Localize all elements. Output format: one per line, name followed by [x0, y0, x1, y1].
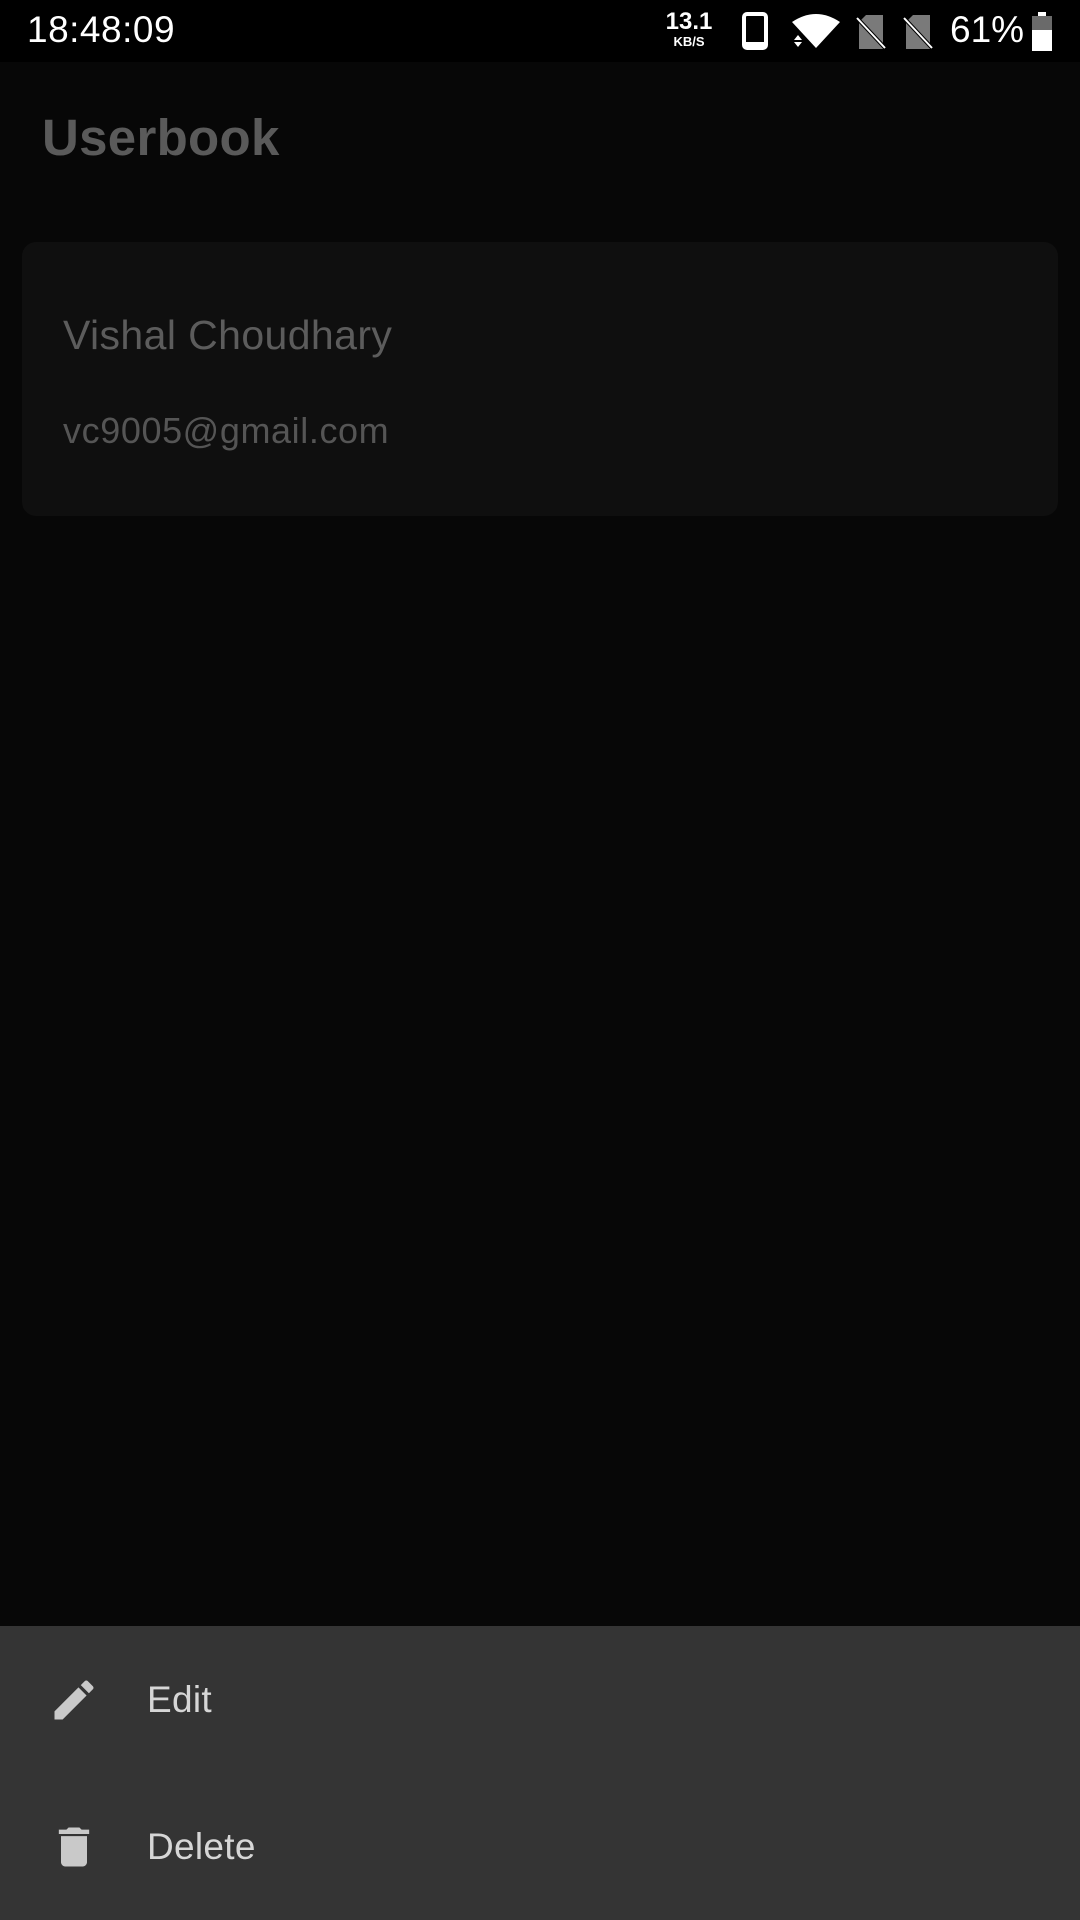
wifi-icon: [792, 14, 840, 48]
battery-icon: [1032, 12, 1052, 51]
user-email: vc9005@gmail.com: [63, 410, 390, 451]
network-speed-unit: KB/S: [673, 34, 705, 49]
battery-percent: 61%: [950, 9, 1025, 50]
pencil-icon: [54, 1679, 94, 1719]
status-time: 18:48:09: [27, 9, 176, 50]
no-sim-icon: [903, 15, 933, 50]
app-title: Userbook: [42, 109, 280, 166]
user-name: Vishal Choudhary: [63, 312, 393, 358]
status-bar: 18:48:09 13.1 KB/S 61%: [0, 0, 1080, 62]
edit-label: Edit: [147, 1678, 212, 1720]
edit-button[interactable]: Edit: [0, 1626, 1080, 1773]
delete-label: Delete: [147, 1825, 256, 1867]
network-speed: 13.1 KB/S: [664, 8, 714, 49]
phone-icon: [742, 12, 768, 50]
network-speed-value: 13.1: [665, 8, 713, 35]
user-card[interactable]: Vishal Choudhary vc9005@gmail.com: [22, 242, 1058, 516]
delete-button[interactable]: Delete: [0, 1773, 1080, 1920]
no-sim-icon: [856, 15, 886, 50]
trash-icon: [58, 1827, 90, 1866]
bottom-sheet: Edit Delete: [0, 1626, 1080, 1920]
screen: 18:48:09 13.1 KB/S 61% Userbook Vishal C…: [0, 0, 1080, 1920]
